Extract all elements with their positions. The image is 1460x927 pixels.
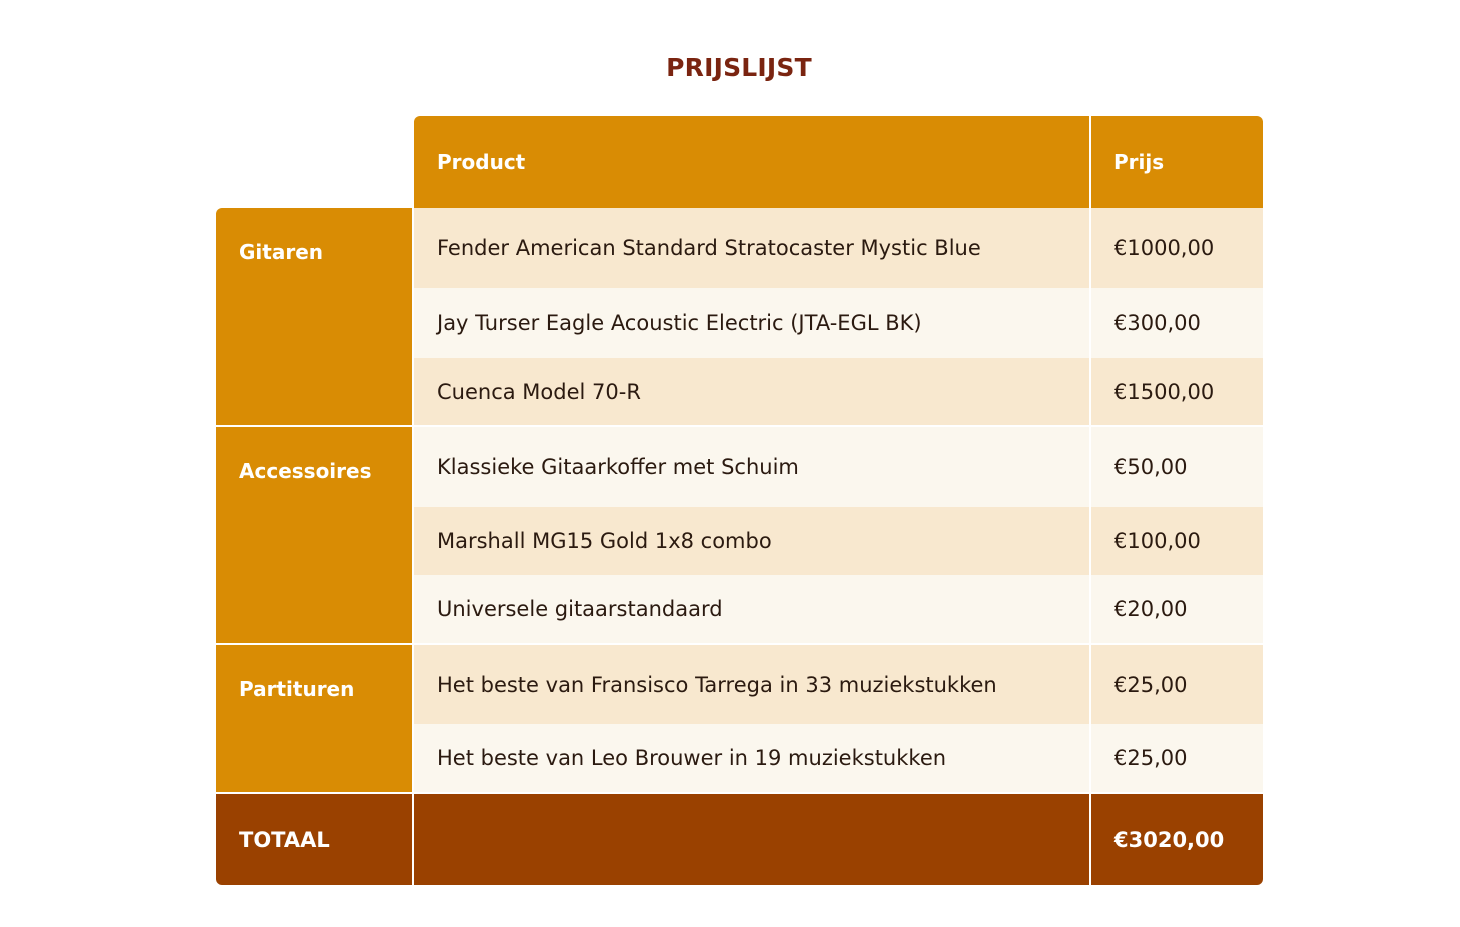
product-price: €300,00 — [1114, 311, 1201, 335]
header-price-label: Prijs — [1114, 150, 1165, 174]
table-row-price: €50,00 — [1091, 427, 1263, 507]
product-name: Klassieke Gitaarkoffer met Schuim — [437, 455, 799, 479]
product-price: €20,00 — [1114, 597, 1188, 621]
product-name: Cuenca Model 70-R — [437, 379, 641, 404]
category-label: Partituren — [239, 677, 355, 701]
category-accessoires: Accessoires — [216, 427, 412, 643]
table-row-product: Het beste van Fransisco Tarrega in 33 mu… — [414, 645, 1089, 724]
product-price: €25,00 — [1114, 746, 1188, 770]
header-price: Prijs — [1091, 116, 1263, 208]
product-name: Universele gitaarstandaard — [437, 597, 723, 621]
table-row-product: Universele gitaarstandaard — [414, 575, 1089, 643]
table-row-product: Fender American Standard Stratocaster My… — [414, 208, 1089, 288]
category-label: Gitaren — [239, 240, 323, 264]
table-row-price: €20,00 — [1091, 575, 1263, 643]
category-label: Accessoires — [239, 459, 372, 483]
table-row-product: Marshall MG15 Gold 1x8 combo — [414, 507, 1089, 575]
total-label: TOTAAL — [239, 827, 330, 852]
total-label-cell: TOTAAL — [216, 794, 412, 885]
total-empty-cell — [414, 794, 1089, 885]
table-row-price: €1000,00 — [1091, 208, 1263, 288]
table-row-price: €25,00 — [1091, 645, 1263, 724]
product-name: Het beste van Leo Brouwer in 19 muziekst… — [437, 746, 947, 770]
product-price: €100,00 — [1114, 529, 1201, 553]
product-name: Jay Turser Eagle Acoustic Electric (JTA-… — [437, 311, 922, 335]
product-price: €1500,00 — [1114, 379, 1215, 404]
price-table: Product Prijs Gitaren Accessoires Partit… — [216, 116, 1263, 885]
table-row-product: Cuenca Model 70-R — [414, 358, 1089, 425]
table-row-product: Jay Turser Eagle Acoustic Electric (JTA-… — [414, 288, 1089, 358]
table-row-product: Klassieke Gitaarkoffer met Schuim — [414, 427, 1089, 507]
product-price: €25,00 — [1114, 672, 1188, 697]
page-title: PRIJSLIJST — [666, 53, 812, 82]
total-price-cell: €3020,00 — [1091, 794, 1263, 885]
table-row-price: €100,00 — [1091, 507, 1263, 575]
product-name: Fender American Standard Stratocaster My… — [437, 236, 981, 260]
table-row-product: Het beste van Leo Brouwer in 19 muziekst… — [414, 724, 1089, 792]
header-product: Product — [414, 116, 1089, 208]
header-product-label: Product — [437, 150, 526, 174]
product-name: Het beste van Fransisco Tarrega in 33 mu… — [437, 672, 997, 697]
product-price: €1000,00 — [1114, 236, 1215, 260]
product-price: €50,00 — [1114, 455, 1188, 479]
category-partituren: Partituren — [216, 645, 412, 792]
table-row-price: €1500,00 — [1091, 358, 1263, 425]
category-gitaren: Gitaren — [216, 208, 412, 425]
total-price: €3020,00 — [1114, 827, 1225, 852]
product-name: Marshall MG15 Gold 1x8 combo — [437, 529, 772, 553]
table-row-price: €300,00 — [1091, 288, 1263, 358]
table-row-price: €25,00 — [1091, 724, 1263, 792]
